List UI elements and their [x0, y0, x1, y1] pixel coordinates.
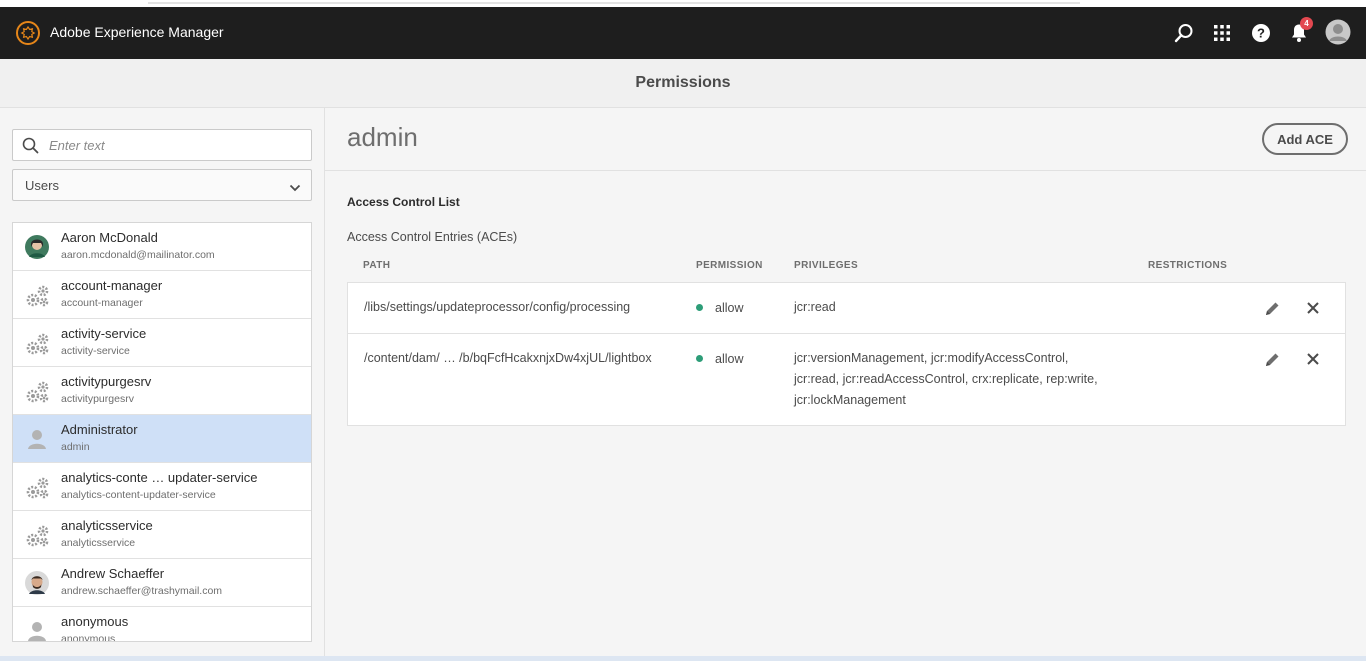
acl-heading: Access Control List	[347, 195, 460, 209]
content-header: admin Add ACE	[325, 108, 1366, 171]
svg-text:?: ?	[1257, 26, 1265, 41]
list-item-name: analytics-conte … updater-service	[61, 470, 258, 485]
edit-icon[interactable]	[1262, 298, 1282, 318]
list-item-name: Administrator	[61, 422, 138, 437]
ace-path: /libs/settings/updateprocessor/config/pr…	[364, 300, 631, 314]
help-icon[interactable]: ?	[1249, 21, 1273, 45]
search-icon	[22, 137, 39, 159]
permission-label: allow	[715, 301, 744, 315]
list-item[interactable]: activitypurgesrv activitypurgesrv	[13, 367, 311, 415]
person-icon	[25, 619, 49, 641]
gears-icon	[25, 379, 49, 403]
allow-status-dot	[696, 304, 703, 312]
list-item-name: analyticsservice	[61, 518, 153, 533]
list-item-name: account-manager	[61, 278, 163, 293]
person-icon	[25, 427, 49, 451]
shell-header: Adobe Experience Manager ? 4	[0, 7, 1366, 59]
allow-status-dot	[696, 355, 703, 363]
column-header-path: PATH	[363, 260, 391, 271]
browser-top-strip	[0, 0, 1366, 7]
list-item[interactable]: activity-service activity-service	[13, 319, 311, 367]
ace-privileges: jcr:read	[794, 297, 836, 318]
search-icon[interactable]	[1172, 21, 1196, 45]
list-item[interactable]: account-manager account-manager	[13, 271, 311, 319]
user-photo-avatar	[25, 235, 49, 259]
ace-privileges: jcr:versionManagement, jcr:modifyAccessC…	[794, 348, 1098, 411]
select-value: Users	[25, 178, 59, 193]
list-item-id: activitypurgesrv	[61, 393, 134, 405]
privileges-line: jcr:lockManagement	[794, 393, 906, 407]
aem-logo-icon[interactable]	[16, 21, 40, 45]
list-item-name: Andrew Schaeffer	[61, 566, 165, 581]
edit-icon[interactable]	[1262, 349, 1282, 369]
search-input[interactable]	[49, 130, 304, 160]
list-item-name: Aaron McDonald	[61, 230, 158, 245]
table-row[interactable]: /libs/settings/updateprocessor/config/pr…	[348, 283, 1345, 334]
gears-icon	[25, 523, 49, 547]
permission-label: allow	[715, 352, 744, 366]
authorizable-title: admin	[347, 122, 418, 152]
notification-badge: 4	[1300, 17, 1313, 30]
list-item[interactable]: anonymous anonymous	[13, 607, 311, 642]
list-item-id: aaron.mcdonald@mailinator.com	[61, 249, 215, 261]
title-bar: Permissions	[0, 59, 1366, 108]
list-item-id: activity-service	[61, 345, 130, 357]
list-item[interactable]: Andrew Schaeffer andrew.schaeffer@trashym…	[13, 559, 311, 607]
privileges-line: jcr:read	[794, 300, 836, 314]
app-title[interactable]: Adobe Experience Manager	[50, 24, 224, 40]
privileges-line: jcr:read, jcr:readAccessControl, crx:rep…	[794, 372, 1098, 386]
authorizable-type-select[interactable]: Users	[12, 169, 312, 201]
list-item[interactable]: analyticsservice analyticsservice	[13, 511, 311, 559]
ace-table: /libs/settings/updateprocessor/config/pr…	[347, 282, 1346, 426]
privileges-line: jcr:versionManagement, jcr:modifyAccessC…	[794, 351, 1069, 365]
list-item-id: analytics-content-updater-service	[61, 489, 216, 501]
column-header-permission: PERMISSION	[696, 260, 763, 271]
list-item-id: admin	[61, 441, 90, 453]
gears-icon	[25, 283, 49, 307]
top-strip-bar	[148, 2, 1080, 4]
add-ace-button[interactable]: Add ACE	[1262, 123, 1348, 155]
apps-grid-icon[interactable]	[1210, 21, 1234, 45]
column-header-privileges: PRIVILEGES	[794, 260, 859, 271]
user-avatar-icon[interactable]	[1325, 19, 1351, 45]
list-item-id: anonymous	[61, 633, 116, 642]
list-item[interactable]: Aaron McDonald aaron.mcdonald@mailinator.…	[13, 223, 311, 271]
chevron-down-icon	[289, 180, 301, 198]
ace-heading: Access Control Entries (ACEs)	[347, 230, 518, 244]
user-photo-avatar	[25, 571, 49, 595]
authorizable-list: Aaron McDonald aaron.mcdonald@mailinator.…	[12, 222, 312, 642]
ace-permission: allow	[696, 349, 744, 370]
search-field[interactable]	[12, 129, 312, 161]
gears-icon	[25, 331, 49, 355]
bell-icon[interactable]: 4	[1287, 17, 1313, 45]
left-rail: Users Aaron McDonald aaron.mcdonald@maili…	[0, 108, 325, 656]
list-item[interactable]: analytics-conte … updater-service analyti…	[13, 463, 311, 511]
list-item-name: activity-service	[61, 326, 147, 341]
gears-icon	[25, 475, 49, 499]
list-item-name: anonymous	[61, 614, 129, 629]
table-row[interactable]: /content/dam/ … /b/bqFcfHcakxnjxDw4xjUL/…	[348, 334, 1345, 425]
column-header-restrictions: RESTRICTIONS	[1148, 260, 1228, 271]
ace-path: /content/dam/ … /b/bqFcfHcakxnjxDw4xjUL/…	[364, 351, 652, 365]
ace-permission: allow	[696, 298, 744, 319]
close-icon[interactable]	[1303, 298, 1323, 318]
page-title: Permissions	[635, 74, 731, 91]
close-icon[interactable]	[1303, 349, 1323, 369]
list-item[interactable]: Administrator admin	[13, 415, 311, 463]
list-item-id: analyticsservice	[61, 537, 136, 549]
list-item-id: account-manager	[61, 297, 143, 309]
window-bottom-strip	[0, 656, 1366, 661]
main-content: admin Add ACE Access Control List Access…	[325, 108, 1366, 656]
list-item-name: activitypurgesrv	[61, 374, 152, 389]
list-item-id: andrew.schaeffer@trashymail.com	[61, 585, 223, 597]
